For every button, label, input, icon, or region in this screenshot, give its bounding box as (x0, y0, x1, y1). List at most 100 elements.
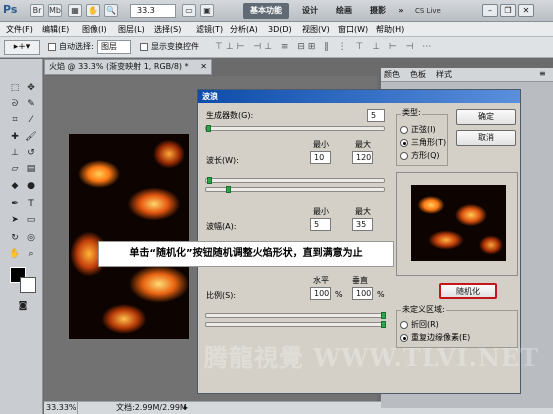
eyedropper-tool-icon[interactable]: ⁄ (24, 114, 38, 126)
move-tool-preset-icon[interactable]: ▸+▾ (4, 40, 40, 55)
tab-color[interactable]: 颜色 (384, 70, 400, 80)
watermark: 腾龍視覺 WWW.TLVI.NET (204, 343, 540, 372)
type-square-label: 方形(Q) (411, 151, 440, 160)
quick-mask-icon[interactable]: ◙ (16, 300, 30, 312)
fire-image (69, 134, 189, 339)
status-arrow-icon[interactable]: ▸ (184, 402, 188, 414)
3d-orbit-tool-icon[interactable]: ◎ (24, 232, 38, 244)
type-tool-icon[interactable]: T (24, 198, 38, 210)
menu-help[interactable]: 帮助(H) (376, 23, 404, 36)
generators-input[interactable]: 5 (367, 109, 385, 122)
menu-window[interactable]: 窗口(W) (338, 23, 368, 36)
lasso-tool-icon[interactable]: ᘐ (8, 98, 22, 110)
scale-horizontal-input[interactable]: 100 (310, 287, 331, 300)
menu-view[interactable]: 视图(V) (302, 23, 330, 36)
pen-tool-icon[interactable]: ✒ (8, 198, 22, 210)
wavelength-max-input[interactable]: 120 (352, 151, 373, 164)
move-tool-icon[interactable]: ✥ (24, 82, 38, 94)
type-group-label: 类型: (401, 108, 422, 118)
restore-icon[interactable]: ❐ (500, 4, 516, 17)
marquee-tool-icon[interactable]: ⬚ (8, 82, 22, 94)
tab-styles[interactable]: 样式 (436, 70, 452, 80)
undefined-areas-label: 未定义区域: (401, 305, 446, 315)
crop-tool-icon[interactable]: ⌗ (8, 114, 22, 126)
shape-tool-icon[interactable]: ▭ (24, 214, 38, 226)
menu-select[interactable]: 选择(S) (154, 23, 181, 36)
amplitude-max-input[interactable]: 35 (352, 218, 373, 231)
gradient-tool-icon[interactable]: ▤ (24, 163, 38, 175)
view-extras-icon[interactable]: ▦ (68, 4, 82, 17)
zoom-level-field[interactable]: 33.3 (130, 4, 176, 18)
amplitude-min-input[interactable]: 5 (310, 218, 331, 231)
wavelength-min-input[interactable]: 10 (310, 151, 331, 164)
scale-horizontal-knob[interactable] (381, 312, 386, 319)
menu-layer[interactable]: 图层(L) (118, 23, 145, 36)
hand-tool-icon-panel[interactable]: ✋ (8, 248, 22, 260)
workspace-painting-button[interactable]: 绘画 (330, 3, 358, 19)
generators-label: 生成器数(G): (206, 111, 254, 120)
menu-image[interactable]: 图像(I) (82, 23, 107, 36)
document-tab[interactable]: 火焰 @ 33.3% (渐变映射 1, RGB/8) * ✕ (44, 59, 212, 75)
path-selection-tool-icon[interactable]: ➤ (8, 214, 22, 226)
ok-button[interactable]: 确定 (456, 109, 516, 125)
wavelength-max-knob[interactable] (226, 186, 231, 193)
more-workspaces-button[interactable]: » (396, 3, 406, 19)
zoom-tool-icon-panel[interactable]: ⌕ (24, 248, 38, 260)
generators-slider-knob[interactable] (206, 125, 211, 132)
workspace-photography-button[interactable]: 摄影 (364, 3, 392, 19)
show-transform-checkbox[interactable] (140, 43, 148, 51)
status-zoom[interactable]: 33.33% (46, 402, 78, 414)
dodge-tool-icon[interactable]: ● (24, 180, 38, 192)
3d-rotate-tool-icon[interactable]: ↻ (8, 232, 22, 244)
auto-select-checkbox[interactable] (48, 43, 56, 51)
close-icon[interactable]: ✕ (518, 4, 534, 17)
panel-menu-icon[interactable]: ≡ (539, 69, 546, 78)
scale-vertical-slider[interactable] (205, 322, 385, 327)
randomize-button[interactable]: 随机化 (439, 283, 497, 299)
scale-vertical-knob[interactable] (381, 321, 386, 328)
wavelength-max-slider[interactable] (205, 187, 385, 192)
menu-file[interactable]: 文件(F) (6, 23, 33, 36)
amplitude-max-label: 最大 (355, 207, 371, 216)
type-sine-radio[interactable] (400, 126, 408, 134)
blur-tool-icon[interactable]: ◆ (8, 180, 22, 192)
menu-filter[interactable]: 滤镜(T) (196, 23, 223, 36)
menu-analysis[interactable]: 分析(A) (230, 23, 258, 36)
dialog-title: 波浪 (198, 90, 520, 103)
eraser-tool-icon[interactable]: ▱ (8, 163, 22, 175)
menu-edit[interactable]: 编辑(E) (42, 23, 69, 36)
wavelength-min-knob[interactable] (207, 177, 212, 184)
cs-live-button[interactable]: CS Live (415, 4, 461, 18)
workspace-essentials-button[interactable]: 基本功能 (243, 3, 289, 19)
zoom-tool-icon[interactable]: 🔍 (104, 4, 118, 17)
healing-brush-tool-icon[interactable]: ✚ (8, 131, 22, 143)
clone-stamp-tool-icon[interactable]: ⊥ (8, 147, 22, 159)
cancel-button[interactable]: 取消 (456, 130, 516, 146)
menu-3d[interactable]: 3D(D) (268, 23, 292, 36)
arrange-documents-icon[interactable]: ▭ (182, 4, 196, 17)
bridge-icon[interactable]: Br (30, 4, 44, 17)
minibridge-icon[interactable]: Mb (48, 4, 62, 17)
tab-swatches[interactable]: 色板 (410, 70, 426, 80)
wrap-around-radio[interactable] (400, 321, 408, 329)
align-distribute-icons[interactable]: ⊤⊥⊢ ⊣⊥ ≡ ⊟⊞ ‖ ⋮ ⊤ ⊥ ⊢ ⊣ ⋯ (215, 40, 545, 54)
background-color-swatch[interactable] (20, 277, 36, 293)
generators-slider[interactable] (205, 126, 385, 131)
wavelength-min-label: 最小 (313, 140, 329, 149)
screen-mode-icon[interactable]: ▣ (200, 4, 214, 17)
scale-vertical-input[interactable]: 100 (352, 287, 373, 300)
auto-select-dropdown[interactable]: 图层 (97, 40, 131, 54)
amplitude-label: 波幅(A): (206, 222, 237, 231)
history-brush-tool-icon[interactable]: ↺ (24, 147, 38, 159)
quick-select-tool-icon[interactable]: ✎ (24, 98, 38, 110)
close-tab-icon[interactable]: ✕ (200, 60, 207, 74)
hand-tool-icon[interactable]: ✋ (86, 4, 100, 17)
type-square-radio[interactable] (400, 152, 408, 160)
brush-tool-icon[interactable]: 🖌 (24, 131, 38, 143)
show-transform-label: 显示变换控件 (151, 42, 199, 51)
workspace-design-button[interactable]: 设计 (296, 3, 324, 19)
wavelength-min-slider[interactable] (205, 178, 385, 183)
type-triangle-radio[interactable] (400, 139, 408, 147)
minimize-icon[interactable]: – (482, 4, 498, 17)
scale-horizontal-slider[interactable] (205, 313, 385, 318)
